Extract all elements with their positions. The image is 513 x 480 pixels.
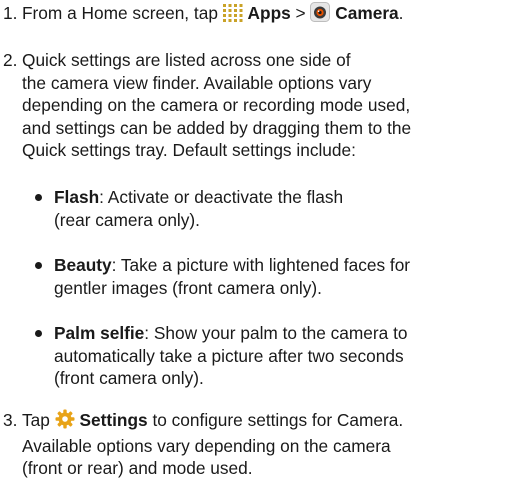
bullet-description: : Take a picture with lightened faces fo…: [111, 255, 411, 275]
bullet-line: automatically take a picture after two s…: [54, 345, 404, 366]
breadcrumb-separator: >: [290, 3, 311, 23]
bullet-term: Palm selfie: [54, 323, 145, 343]
step-text-line: the camera view finder. Available option…: [22, 72, 372, 93]
step-text-line: depending on the camera or recording mod…: [22, 95, 411, 116]
step-number: 3.: [3, 410, 18, 430]
bullet-term: Beauty: [54, 255, 112, 275]
bullet-text: Flash: Activate or deactivate the flash …: [54, 186, 513, 231]
bullet-description: : Show your palm to the camera to: [144, 323, 408, 343]
bullet-text: Beauty: Take a picture with lightened fa…: [54, 254, 513, 299]
step-text-lead: Tap: [22, 410, 55, 430]
step-text: Tap Settings to configure settings for C…: [22, 409, 513, 480]
camera-app-icon: [310, 2, 331, 28]
step-text: From a Home screen, tap Apps > Camera.: [22, 2, 513, 28]
bullet-dot: [35, 194, 42, 201]
settings-label: Settings: [79, 410, 148, 430]
step-number: 1.: [3, 3, 18, 23]
step-text-lead: From a Home screen, tap: [22, 3, 223, 23]
bullet-dot: [35, 330, 42, 337]
bullet-text: Palm selfie: Show your palm to the camer…: [54, 322, 513, 390]
bullet-line: (rear camera only).: [54, 209, 200, 230]
step-text-line: and settings can be added by dragging th…: [22, 117, 412, 138]
apps-label: Apps: [247, 3, 291, 23]
step-text-line: Quick settings are listed across one sid…: [22, 50, 351, 70]
bullet-line: (front camera only).: [54, 368, 204, 389]
bullet-line: gentler images (front camera only).: [54, 277, 322, 298]
step-text-rest: to configure settings for Camera.: [147, 410, 404, 430]
bullet-term: Flash: [54, 187, 100, 207]
bullet-description: : Activate or deactivate the flash: [99, 187, 344, 207]
step-text-line: Quick settings tray. Default settings in…: [22, 140, 356, 161]
camera-label: Camera: [335, 3, 399, 23]
step-text-line: Available options vary depending on the …: [22, 435, 391, 456]
step-text-end: .: [398, 3, 404, 23]
bullet-dot: [35, 262, 42, 269]
settings-gear-icon: [55, 409, 75, 435]
apps-grid-icon: [222, 4, 243, 28]
step-number: 2.: [3, 50, 18, 70]
step-text: Quick settings are listed across one sid…: [22, 49, 513, 162]
step-text-line: (front or rear) and mode used.: [22, 458, 253, 479]
